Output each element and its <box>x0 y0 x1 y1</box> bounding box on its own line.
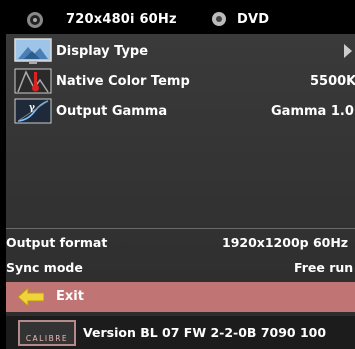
footer: CALIBRE Version BL 07 FW 2-2-0B 7090 100 <box>6 316 355 349</box>
menu-item-value: 5500K <box>310 74 355 89</box>
logo-text: CALIBRE <box>25 334 69 343</box>
left-arrow-icon <box>18 288 44 306</box>
exit-label: Exit <box>56 289 84 304</box>
menu-item-label: Native Color Temp <box>56 73 190 89</box>
output-format-label: Output format <box>6 235 108 250</box>
source-icon <box>212 12 226 26</box>
gamma-curve-icon: γ <box>14 98 52 124</box>
output-format-value: 1920x1200p 60Hz <box>222 235 349 250</box>
menu-item-output-gamma[interactable]: γ Output Gamma Gamma 1.0 <box>6 96 355 126</box>
divider <box>6 228 355 229</box>
status-bar: 720x480i 60Hz DVD <box>6 6 355 33</box>
menu-item-display-type[interactable]: Display Type <box>6 36 355 66</box>
sync-mode-value: Free run <box>294 260 354 275</box>
menu-item-native-color-temp[interactable]: Native Color Temp 5500K <box>6 66 355 96</box>
right-arrow-icon <box>344 44 352 58</box>
output-format-row: Output format 1920x1200p 60Hz <box>6 231 355 255</box>
version-text: Version BL 07 FW 2-2-0B 7090 100 <box>83 325 327 340</box>
svg-text:γ: γ <box>29 103 35 113</box>
calibre-logo: CALIBRE <box>18 320 76 346</box>
menu-item-label: Output Gamma <box>56 103 168 119</box>
osd-screen: 720x480i 60Hz DVD Display Type Native Co… <box>0 0 355 349</box>
sync-mode-label: Sync mode <box>6 260 83 275</box>
exit-button[interactable]: Exit <box>6 282 355 312</box>
display-type-icon <box>14 38 52 64</box>
input-resolution: 720x480i 60Hz <box>66 12 177 27</box>
sync-mode-row: Sync mode Free run <box>6 256 355 280</box>
thermometer-icon <box>14 68 52 94</box>
input-source: DVD <box>237 12 270 27</box>
menu-item-label: Display Type <box>56 43 149 59</box>
disc-icon <box>27 12 43 28</box>
menu-item-value: Gamma 1.0 <box>271 104 354 119</box>
